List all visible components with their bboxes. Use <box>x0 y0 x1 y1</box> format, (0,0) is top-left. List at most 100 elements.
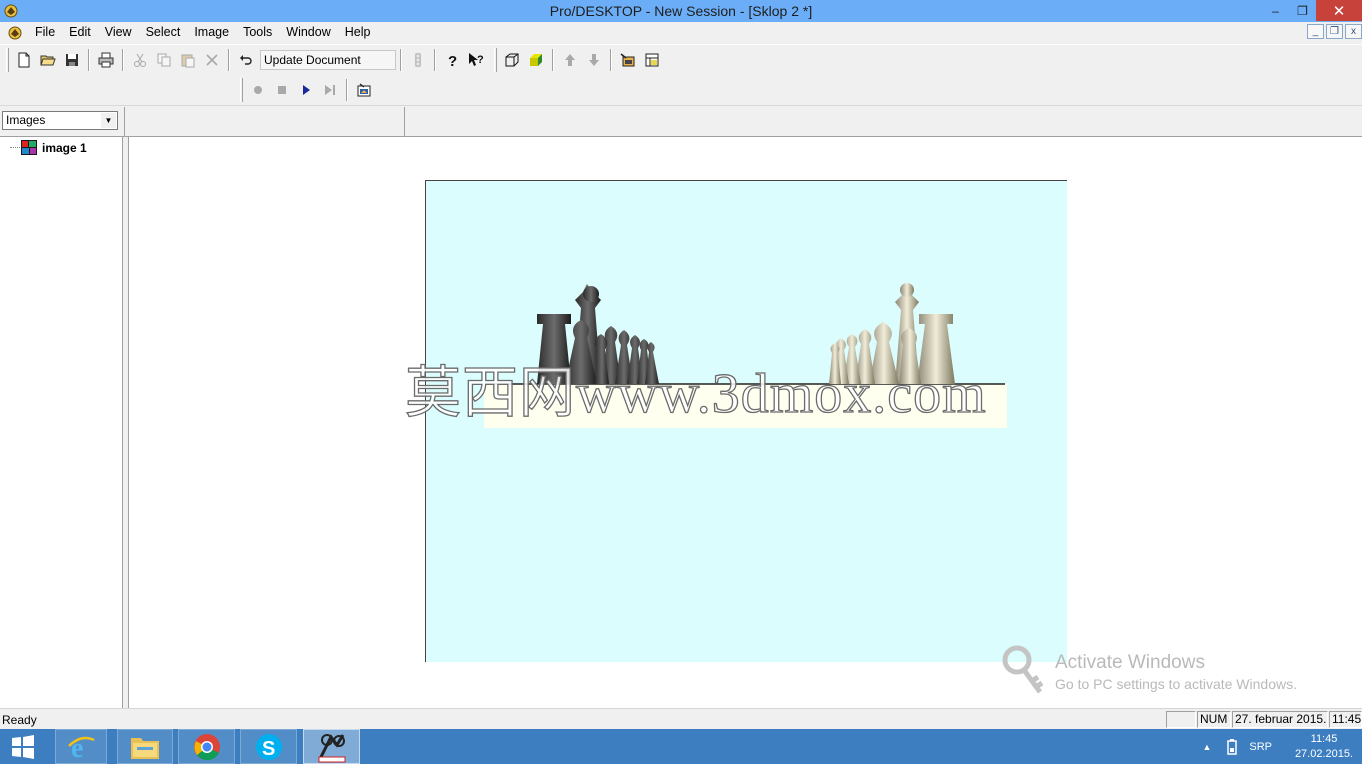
taskbar-chrome[interactable] <box>178 729 235 764</box>
browser-tree-panel: image 1 <box>0 137 123 708</box>
panel-selector-value: Images <box>6 113 46 127</box>
undo-icon <box>240 55 252 65</box>
menu-select[interactable]: Select <box>139 22 188 43</box>
save-icon <box>66 54 78 66</box>
status-date: 27. februar 2015. <box>1232 711 1328 728</box>
render-image-icon <box>620 53 635 67</box>
taskbar-skype[interactable]: S <box>240 729 297 764</box>
tree-connector <box>10 147 20 148</box>
menu-bar: File Edit View Select Image Tools Window… <box>0 22 1362 43</box>
render-image-button[interactable] <box>616 48 640 72</box>
move-up-button[interactable] <box>558 48 582 72</box>
tree-item-image[interactable]: image 1 <box>10 140 87 155</box>
start-button[interactable] <box>0 729 46 764</box>
app-logo-icon[interactable] <box>3 3 19 19</box>
toolbar-separator <box>346 79 348 101</box>
key-icon <box>1002 645 1044 694</box>
step-button[interactable] <box>318 78 342 102</box>
watermark-text: 莫西网www.3dmox.com <box>404 362 987 425</box>
toolbar-separator <box>552 49 554 71</box>
doc-restore-button[interactable]: ❐ <box>1326 24 1343 39</box>
status-num-indicator: NUM <box>1197 711 1231 728</box>
update-document-field[interactable]: Update Document <box>260 50 396 70</box>
open-button[interactable] <box>36 48 60 72</box>
print-button[interactable] <box>94 48 118 72</box>
tree-item-label: image 1 <box>42 140 87 155</box>
menu-help[interactable]: Help <box>338 22 378 43</box>
windows-logo-icon <box>12 734 34 759</box>
help-button[interactable]: ? <box>440 48 464 72</box>
delete-button[interactable] <box>200 48 224 72</box>
stop-button[interactable] <box>270 78 294 102</box>
paste-icon <box>181 54 195 68</box>
clock-time: 11:45 <box>1310 732 1338 745</box>
menu-file[interactable]: File <box>28 22 62 43</box>
play-icon <box>303 85 310 95</box>
new-icon <box>18 52 30 68</box>
toolbar-grip[interactable] <box>6 48 9 72</box>
save-button[interactable] <box>60 48 84 72</box>
minimize-button[interactable]: – <box>1262 0 1289 21</box>
toolbar-grip[interactable] <box>240 78 243 102</box>
traffic-light-icon <box>415 53 421 67</box>
menu-image[interactable]: Image <box>187 22 236 43</box>
input-language-indicator[interactable]: SRP <box>1249 741 1272 753</box>
bar-divider <box>124 107 125 137</box>
update-button[interactable] <box>406 48 430 72</box>
doc-close-button[interactable]: x <box>1345 24 1362 39</box>
taskbar-clock[interactable]: 11:45 27.02.2015. <box>1286 732 1362 762</box>
maximize-button[interactable]: ❐ <box>1289 0 1316 21</box>
system-tray: ▲ SRP 11:45 27.02.2015. <box>1202 729 1362 764</box>
windows-taskbar: e S ▲ SRP 11:45 27.02.2015. <box>0 729 1362 764</box>
show-hidden-icons-icon[interactable]: ▲ <box>1202 742 1211 752</box>
skype-icon: S <box>255 733 282 760</box>
panel-selector-dropdown[interactable]: Images ▼ <box>2 111 118 130</box>
context-help-button[interactable]: ? <box>464 48 488 72</box>
paste-button[interactable] <box>176 48 200 72</box>
status-cell-empty <box>1166 711 1196 728</box>
shaded-icon <box>530 54 542 66</box>
undo-button[interactable] <box>234 48 258 72</box>
menu-tools[interactable]: Tools <box>236 22 279 43</box>
taskbar-pro-desktop[interactable] <box>303 729 360 764</box>
toolbar-separator <box>610 49 612 71</box>
battery-icon[interactable] <box>1227 738 1238 755</box>
document-window-controls: _ ❐ x <box>1307 24 1362 39</box>
svg-text:?: ? <box>448 53 457 68</box>
status-text: Ready <box>2 713 37 727</box>
taskbar-internet-explorer[interactable]: e <box>55 729 107 764</box>
record-button[interactable] <box>246 78 270 102</box>
copy-icon <box>157 53 171 67</box>
menu-view[interactable]: View <box>98 22 139 43</box>
copy-button[interactable] <box>152 48 176 72</box>
close-button[interactable]: ✕ <box>1316 0 1362 21</box>
taskbar-file-explorer[interactable] <box>117 729 173 764</box>
context-help-icon: ? <box>469 53 484 66</box>
render-settings-button[interactable] <box>640 48 664 72</box>
animation-toolbar <box>0 75 1362 106</box>
view-selector-bar: Images ▼ <box>0 107 1362 137</box>
cut-icon <box>134 53 146 67</box>
camera-button[interactable] <box>352 78 376 102</box>
toolbar-separator <box>434 49 436 71</box>
toolbar-separator <box>400 49 402 71</box>
shaded-button[interactable] <box>524 48 548 72</box>
menu-window[interactable]: Window <box>279 22 337 43</box>
image-node-icon <box>21 140 37 155</box>
internet-explorer-icon: e <box>68 733 95 762</box>
cut-button[interactable] <box>128 48 152 72</box>
toolbar-separator <box>228 49 230 71</box>
document-menu-icon[interactable] <box>6 25 24 41</box>
window-title: Pro/DESKTOP - New Session - [Sklop 2 *] <box>549 3 813 19</box>
arrow-down-icon <box>589 54 599 66</box>
toolbar-grip[interactable] <box>494 48 497 72</box>
dropdown-arrow-icon[interactable]: ▼ <box>101 113 116 128</box>
wireframe-button[interactable] <box>500 48 524 72</box>
new-button[interactable] <box>12 48 36 72</box>
menu-edit[interactable]: Edit <box>62 22 98 43</box>
clock-date: 27.02.2015. <box>1294 747 1354 760</box>
doc-minimize-button[interactable]: _ <box>1307 24 1324 39</box>
title-bar: Pro/DESKTOP - New Session - [Sklop 2 *] … <box>0 0 1362 22</box>
play-button[interactable] <box>294 78 318 102</box>
move-down-button[interactable] <box>582 48 606 72</box>
